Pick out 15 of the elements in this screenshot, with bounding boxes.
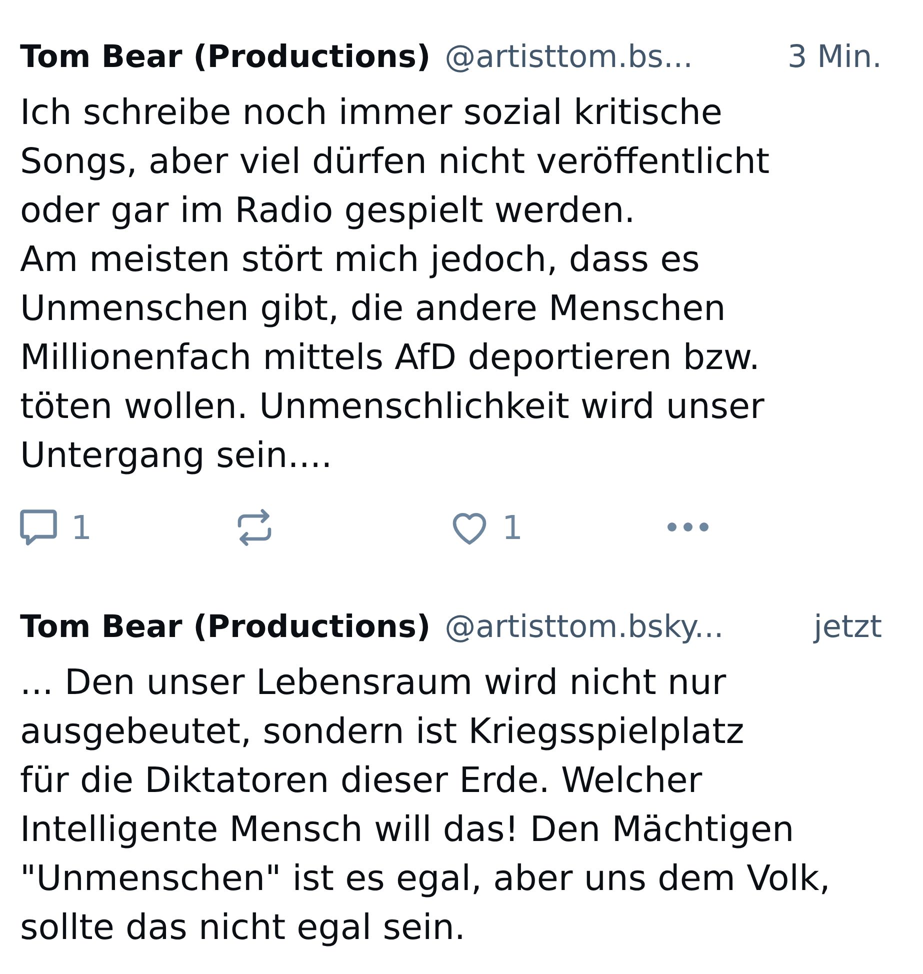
author-handle[interactable]: @artisttom.bs...: [444, 39, 694, 75]
author-name[interactable]: Tom Bear (Productions): [20, 609, 431, 645]
author-name[interactable]: Tom Bear (Productions): [20, 39, 431, 75]
repost-icon: [236, 508, 272, 546]
post-time[interactable]: jetzt: [814, 609, 882, 645]
more-dots-icon: [666, 522, 708, 532]
more-options-button[interactable]: [666, 522, 708, 532]
post-time[interactable]: 3 Min.: [788, 39, 882, 75]
post-text: Ich schreibe noch immer sozial kritische Songs, aber viel dürfen nicht veröffentlicht oder gar im Radio gespielt werden. Am meisten stört mich jedoch, dass es Unmenschen gibt, die andere Menschen Millionenfach mittels AfD deportieren bzw. töten wollen. Unmenschlichkeit wird unser Untergang sein....: [20, 92, 771, 478]
author-handle[interactable]: @artisttom.bsky...: [444, 609, 724, 645]
speech-bubble-icon: [20, 508, 57, 546]
post-text: ... Den unser Lebensraum wird nicht nur ausgebeutet, sondern ist Kriegsspielplatz für die Diktatoren dieser Erde. Welcher Intelligente Mensch will das! Den Mächtigen "Unmenschen" ist es egal, aber uns dem Volk, sollte das nicht egal sein.: [20, 662, 832, 950]
like-button[interactable]: 1: [451, 508, 523, 546]
repost-button[interactable]: [236, 508, 272, 546]
reply-button[interactable]: 1: [20, 508, 92, 546]
